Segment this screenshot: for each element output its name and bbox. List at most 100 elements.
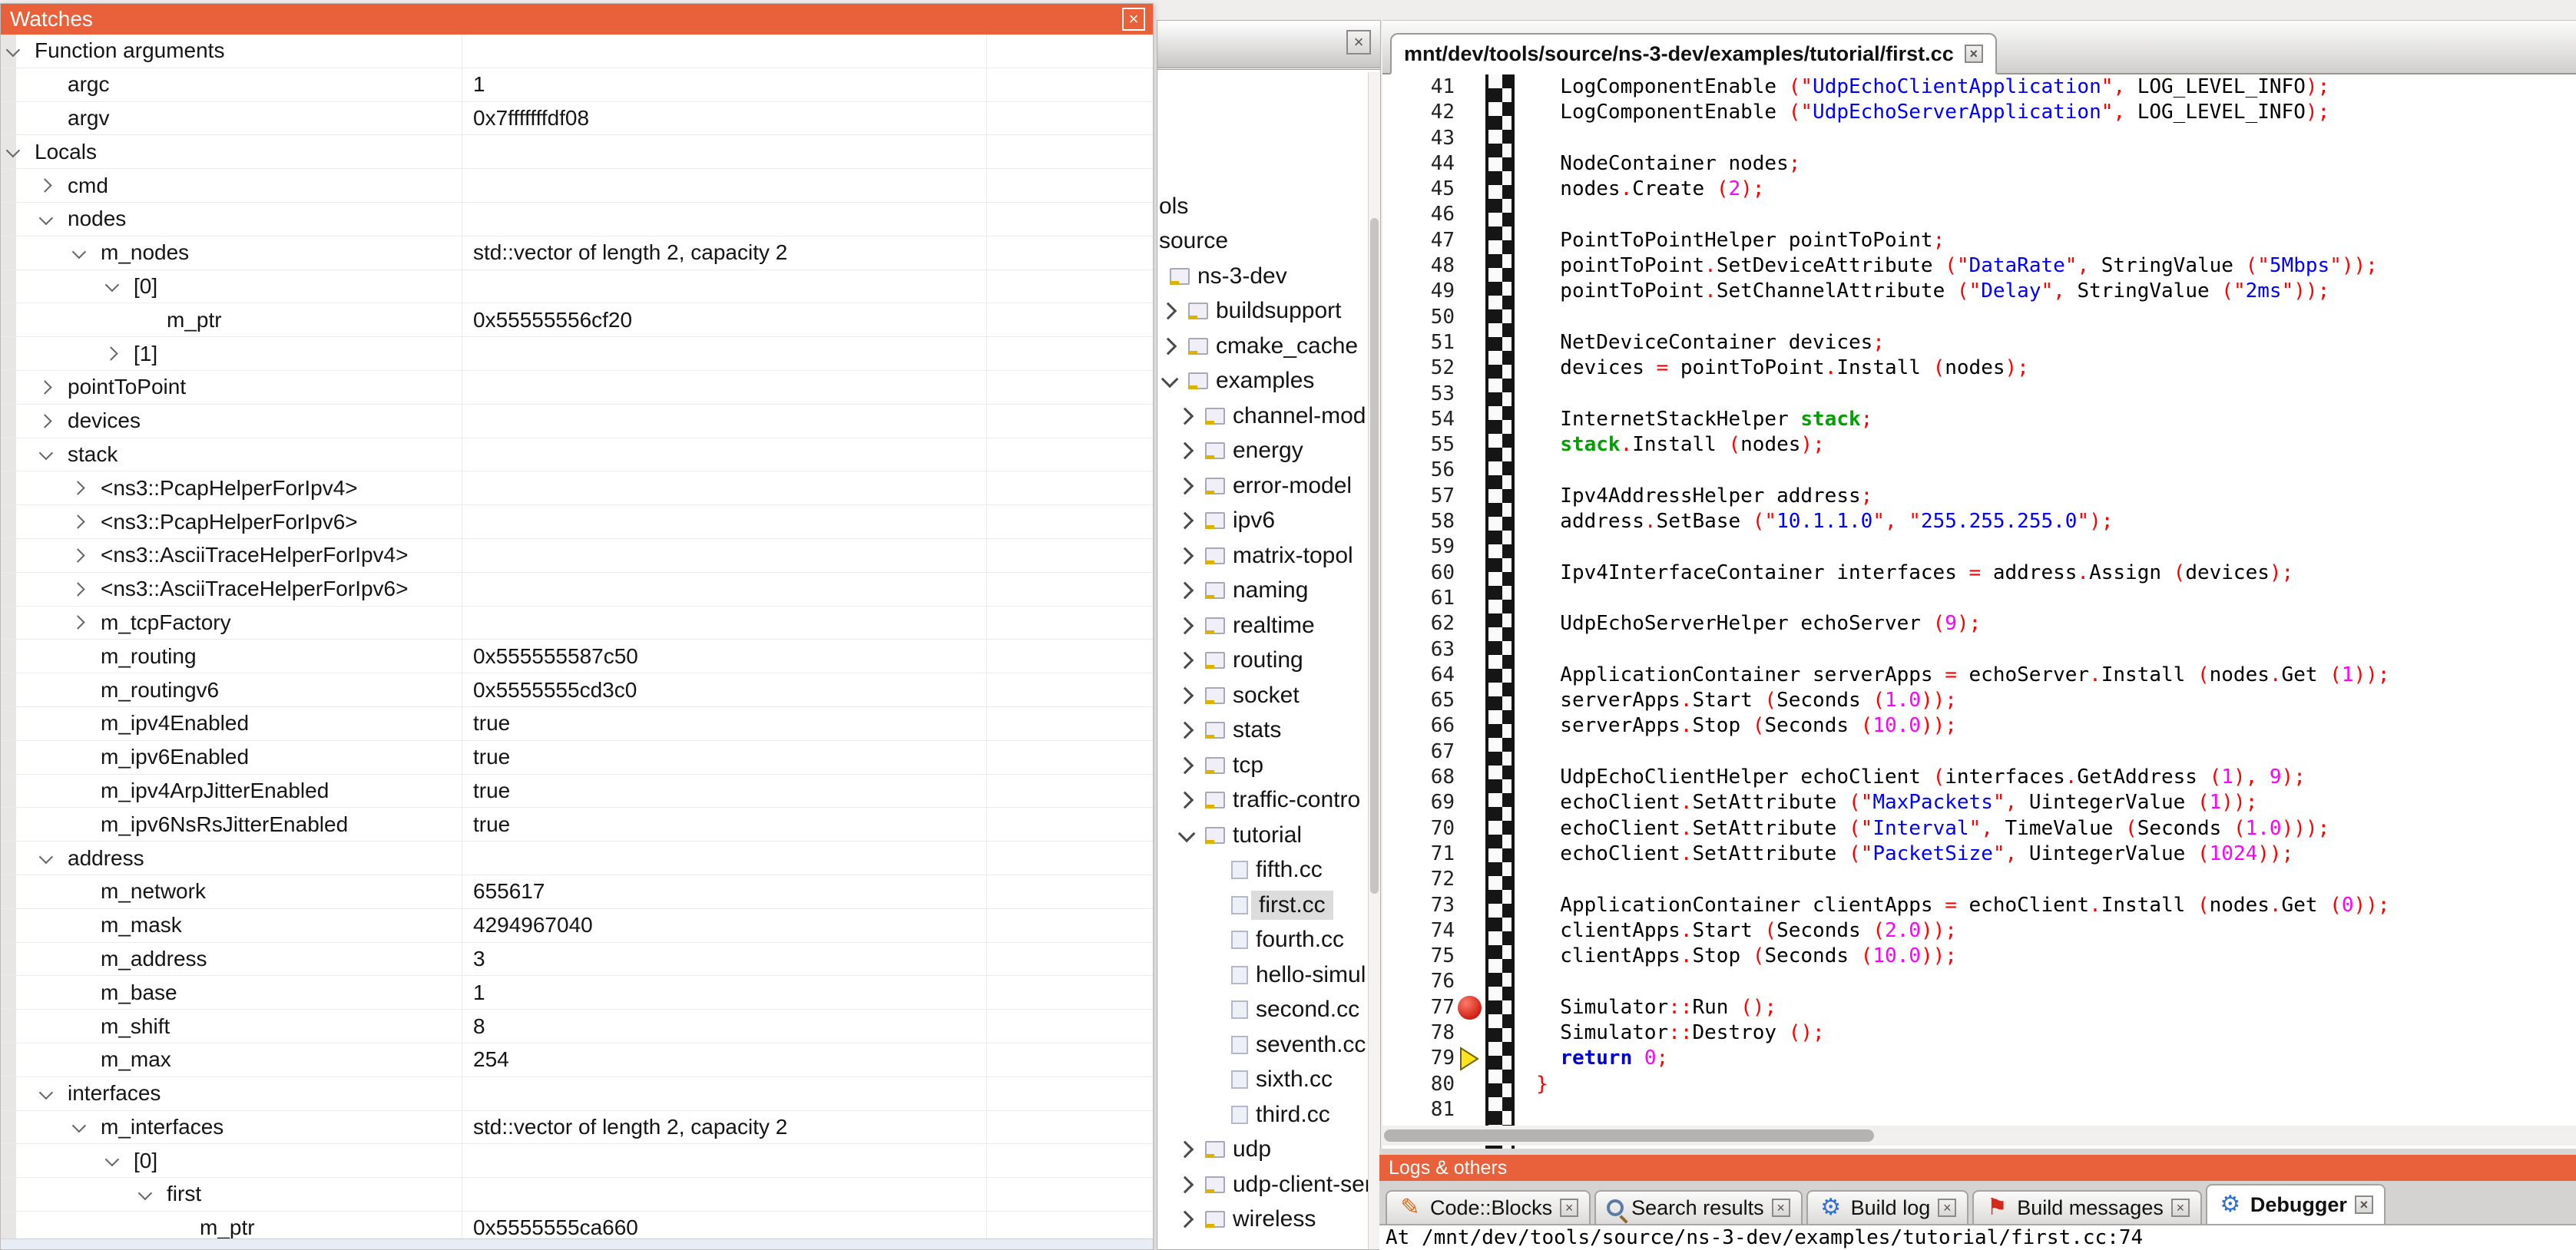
chevron-right-icon[interactable] [38, 414, 51, 428]
chevron-right-icon[interactable] [1177, 1211, 1194, 1229]
code-line-49[interactable]: 49 pointToPoint.SetChannelAttribute ("De… [1382, 279, 2576, 304]
code-line-57[interactable]: 57 Ipv4AddressHelper address; [1382, 484, 2576, 509]
code-line-55[interactable]: 55 stack.Install (nodes); [1382, 432, 2576, 458]
tree-item-seventh.cc[interactable]: seventh.cc [1157, 1027, 1368, 1063]
line-number[interactable]: 65 [1406, 688, 1455, 713]
code-line-69[interactable]: 69 echoClient.SetAttribute ("MaxPackets"… [1382, 790, 2576, 815]
chevron-right-icon[interactable] [1160, 303, 1177, 320]
watch-row[interactable]: Locals [1, 135, 1153, 169]
line-number[interactable]: 49 [1406, 279, 1455, 304]
code-line-78[interactable]: 78 Simulator::Destroy (); [1382, 1020, 2576, 1046]
chevron-down-icon[interactable] [39, 1085, 53, 1099]
tree-item-channel-mod[interactable]: channel-mod [1157, 398, 1368, 434]
watches-horizontal-scrollbar[interactable] [1, 1238, 1153, 1249]
code-line-44[interactable]: 44 NodeContainer nodes; [1382, 151, 2576, 177]
code-line-47[interactable]: 47 PointToPointHelper pointToPoint; [1382, 228, 2576, 253]
chevron-right-icon[interactable] [1177, 756, 1194, 774]
watch-row[interactable]: m_address3 [1, 943, 1153, 977]
chevron-right-icon[interactable] [1177, 512, 1194, 530]
code-line-70[interactable]: 70 echoClient.SetAttribute ("Interval", … [1382, 816, 2576, 842]
code-line-66[interactable]: 66 serverApps.Stop (Seconds (10.0)); [1382, 713, 2576, 739]
tree-item-first.cc[interactable]: first.cc [1157, 888, 1368, 923]
watch-row[interactable]: <ns3::PcapHelperForIpv4> [1, 471, 1153, 505]
line-number[interactable]: 67 [1406, 739, 1455, 765]
tree-item-error-model[interactable]: error-model [1157, 468, 1368, 504]
editor-horizontal-scrollbar[interactable] [1382, 1126, 2576, 1146]
watches-titlebar[interactable]: Watches × [1, 4, 1153, 35]
close-icon[interactable]: × [2171, 1199, 2190, 1217]
line-number[interactable]: 76 [1406, 969, 1455, 994]
line-number[interactable]: 59 [1406, 534, 1455, 560]
watch-row[interactable]: m_shift8 [1, 1010, 1153, 1043]
chevron-right-icon[interactable] [71, 548, 84, 562]
code-line-61[interactable]: 61 [1382, 586, 2576, 611]
line-number[interactable]: 63 [1406, 637, 1455, 663]
line-number[interactable]: 70 [1406, 816, 1455, 842]
line-number[interactable]: 50 [1406, 305, 1455, 330]
chevron-right-icon[interactable] [1177, 652, 1194, 670]
code-line-45[interactable]: 45 nodes.Create (2); [1382, 177, 2576, 202]
tree-item-hello-simul[interactable]: hello-simul [1157, 957, 1368, 993]
tree-item-ols[interactable]: ols [1157, 189, 1368, 224]
chevron-down-icon[interactable] [1178, 825, 1196, 842]
code-line-41[interactable]: 41 LogComponentEnable ("UdpEchoClientApp… [1382, 74, 2576, 100]
watch-row[interactable]: m_interfacesstd::vector of length 2, cap… [1, 1111, 1153, 1145]
code-line-81[interactable]: 81 [1382, 1097, 2576, 1123]
watch-row[interactable]: Function arguments [1, 35, 1153, 68]
tree-item-energy[interactable]: energy [1157, 434, 1368, 469]
line-number[interactable]: 58 [1406, 509, 1455, 534]
tree-item-realtime[interactable]: realtime [1157, 608, 1368, 643]
logs-tab-build-log[interactable]: ⚙Build log× [1806, 1190, 1969, 1224]
line-number[interactable]: 72 [1406, 867, 1455, 892]
scrollbar-thumb[interactable] [1384, 1129, 1874, 1142]
code-line-50[interactable]: 50 [1382, 305, 2576, 330]
watch-row[interactable]: pointToPoint [1, 371, 1153, 405]
line-number[interactable]: 56 [1406, 458, 1455, 483]
code-line-72[interactable]: 72 [1382, 867, 2576, 892]
code-line-59[interactable]: 59 [1382, 534, 2576, 560]
code-line-79[interactable]: 79 return 0; [1382, 1046, 2576, 1071]
watch-row[interactable]: [0] [1, 270, 1153, 304]
tree-item-examples[interactable]: examples [1157, 364, 1368, 399]
line-number[interactable]: 57 [1406, 484, 1455, 509]
code-line-43[interactable]: 43 [1382, 126, 2576, 151]
code-line-63[interactable]: 63 [1382, 637, 2576, 663]
chevron-down-icon[interactable] [72, 1119, 86, 1133]
watch-row[interactable]: <ns3::AsciiTraceHelperForIpv4> [1, 539, 1153, 573]
code-line-52[interactable]: 52 devices = pointToPoint.Install (nodes… [1382, 355, 2576, 381]
chevron-right-icon[interactable] [1177, 477, 1194, 494]
logs-tab-build-messages[interactable]: ⚑Build messages× [1972, 1190, 2202, 1224]
code-line-77[interactable]: 77 Simulator::Run (); [1382, 995, 2576, 1020]
line-number[interactable]: 74 [1406, 918, 1455, 944]
tree-item-sixth.cc[interactable]: sixth.cc [1157, 1063, 1368, 1098]
close-icon[interactable]: × [1122, 8, 1145, 31]
tree-item-routing[interactable]: routing [1157, 643, 1368, 679]
chevron-right-icon[interactable] [38, 178, 51, 192]
line-number[interactable]: 80 [1406, 1072, 1455, 1097]
watch-row[interactable]: [1] [1, 337, 1153, 371]
chevron-right-icon[interactable] [1177, 1141, 1194, 1159]
line-number[interactable]: 41 [1406, 74, 1455, 100]
code-area[interactable]: 41 LogComponentEnable ("UdpEchoClientApp… [1382, 74, 2576, 1124]
watch-row[interactable]: m_nodesstd::vector of length 2, capacity… [1, 236, 1153, 270]
tree-item-naming[interactable]: naming [1157, 574, 1368, 609]
watch-row[interactable]: m_ipv6Enabledtrue [1, 741, 1153, 775]
chevron-down-icon[interactable] [39, 211, 53, 225]
line-number[interactable]: 46 [1406, 202, 1455, 227]
close-icon[interactable]: × [1560, 1199, 1578, 1217]
watch-row[interactable]: nodes [1, 203, 1153, 236]
watch-row[interactable]: m_tcpFactory [1, 607, 1153, 640]
watch-row[interactable]: m_max254 [1, 1043, 1153, 1077]
scrollbar-thumb[interactable] [1370, 218, 1379, 894]
tree-item-fourth.cc[interactable]: fourth.cc [1157, 923, 1368, 958]
watch-row[interactable]: [0] [1, 1144, 1153, 1178]
line-number[interactable]: 45 [1406, 177, 1455, 202]
chevron-right-icon[interactable] [71, 514, 84, 528]
line-number[interactable]: 66 [1406, 713, 1455, 739]
chevron-right-icon[interactable] [1177, 1176, 1194, 1193]
line-number[interactable]: 77 [1406, 995, 1455, 1020]
tree-item-cmake_cache[interactable]: cmake_cache [1157, 329, 1368, 364]
watch-row[interactable]: <ns3::PcapHelperForIpv6> [1, 505, 1153, 539]
line-number[interactable]: 44 [1406, 151, 1455, 177]
tree-item-third.cc[interactable]: third.cc [1157, 1097, 1368, 1133]
